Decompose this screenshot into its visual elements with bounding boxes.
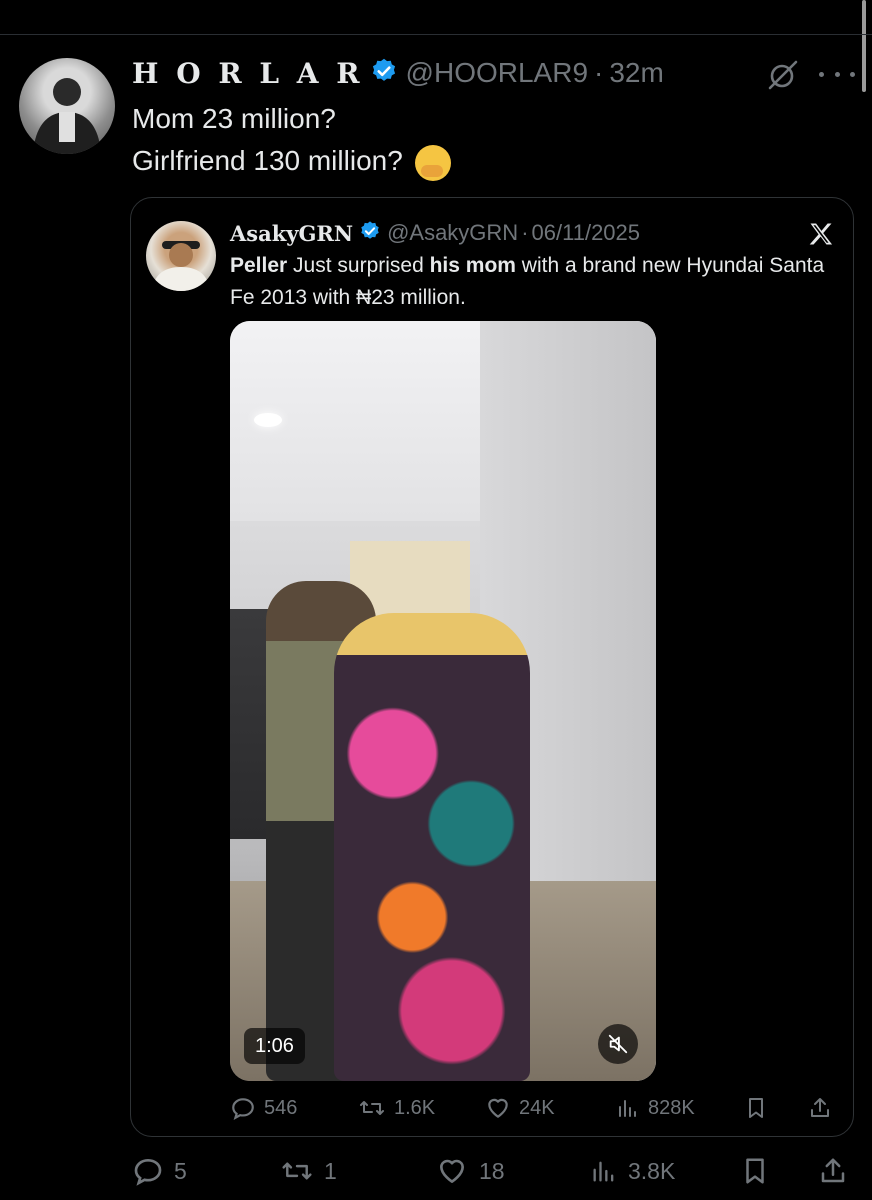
views-icon: [619, 1100, 636, 1117]
face-with-hand-over-mouth-icon: [414, 144, 451, 181]
quoted-view-count: 828K: [648, 1096, 695, 1119]
scrollbar[interactable]: [862, 0, 872, 96]
share-icon: [821, 1158, 845, 1183]
repost-count: 1: [324, 1157, 337, 1184]
repost-icon: [282, 1162, 312, 1180]
like-count: 18: [479, 1157, 505, 1184]
quoted-avatar[interactable]: [146, 221, 216, 291]
like-button[interactable]: 18: [435, 1152, 505, 1190]
post-header: H O R L A R @HOORLAR9 · 32m: [132, 57, 664, 90]
reply-button[interactable]: 5: [132, 1152, 187, 1190]
scrollbar-thumb[interactable]: [862, 0, 866, 92]
post-text-line-content: Girlfriend 130 million?: [132, 145, 403, 176]
heart-icon: [488, 1098, 508, 1118]
quoted-text: Peller Just surprised his mom with a bra…: [230, 250, 830, 314]
timestamp[interactable]: 32m: [609, 57, 663, 89]
separator-dot: ·: [594, 57, 604, 88]
post-text: Mom 23 million? Girlfriend 130 million?: [132, 98, 451, 182]
repost-icon: [360, 1101, 384, 1115]
separator-dot: ·: [521, 220, 529, 245]
quoted-reply-button[interactable]: 546: [230, 1093, 297, 1123]
quoted-like-count: 24K: [519, 1096, 555, 1119]
bookmark-icon: [746, 1158, 764, 1184]
post-text-line: Mom 23 million?: [132, 103, 336, 134]
x-logo-icon: [807, 220, 835, 248]
quoted-like-button[interactable]: 24K: [485, 1093, 555, 1123]
post-action-bar: 5 1 18 3.8K: [130, 1152, 854, 1190]
quoted-text-bold: Peller: [230, 254, 288, 277]
avatar[interactable]: [19, 58, 115, 154]
quoted-share-button[interactable]: [808, 1093, 832, 1123]
quoted-reply-count: 546: [264, 1096, 298, 1119]
reply-icon: [134, 1158, 162, 1186]
quoted-text-part: Just surprised: [287, 254, 430, 277]
share-icon: [811, 1098, 829, 1117]
post-text-line: Girlfriend 130 million?: [132, 140, 451, 182]
muted-speaker-icon: [608, 1034, 628, 1054]
divider: [0, 34, 872, 35]
more-options-icon[interactable]: [819, 60, 855, 88]
bookmark-button[interactable]: [740, 1152, 770, 1190]
quoted-header: AsakyGRN @AsakyGRN · 06/11/2025: [230, 218, 640, 248]
video-frame-light: [254, 413, 282, 427]
display-name[interactable]: H O R L A R: [132, 57, 364, 90]
quoted-text-bold: his mom: [429, 254, 516, 277]
quoted-bookmark-button[interactable]: [744, 1093, 768, 1123]
quoted-handle[interactable]: @AsakyGRN: [387, 220, 518, 246]
quoted-avatar-silhouette-icon: [152, 241, 210, 291]
quoted-display-name[interactable]: AsakyGRN: [230, 221, 353, 246]
quoted-date[interactable]: 06/11/2025: [532, 220, 640, 246]
reply-count: 5: [174, 1157, 187, 1184]
views-icon: [593, 1161, 614, 1182]
quoted-post[interactable]: AsakyGRN @AsakyGRN · 06/11/2025 Peller J…: [130, 197, 854, 1137]
quoted-views-button[interactable]: 828K: [616, 1093, 695, 1123]
handle[interactable]: @HOORLAR9: [406, 57, 588, 89]
verified-badge-icon: [370, 57, 398, 90]
quoted-repost-count: 1.6K: [394, 1096, 436, 1119]
video-duration: 1:06: [244, 1028, 305, 1064]
quoted-repost-button[interactable]: 1.6K: [358, 1093, 435, 1123]
verified-badge-icon: [359, 220, 381, 247]
mute-toggle[interactable]: [598, 1024, 638, 1064]
views-button[interactable]: 3.8K: [590, 1152, 675, 1190]
share-button[interactable]: [818, 1152, 848, 1190]
view-count: 3.8K: [628, 1157, 676, 1184]
reply-icon: [232, 1098, 254, 1120]
avatar-silhouette-icon: [33, 78, 101, 154]
quoted-action-bar: 546 1.6K 24K 828K: [230, 1093, 830, 1123]
video-frame-person: [334, 613, 530, 1081]
repost-button[interactable]: 1: [280, 1152, 337, 1190]
bookmark-icon: [749, 1098, 763, 1118]
heart-icon: [440, 1159, 464, 1183]
video-player[interactable]: 1:06: [230, 321, 656, 1081]
grok-icon[interactable]: [766, 58, 800, 92]
